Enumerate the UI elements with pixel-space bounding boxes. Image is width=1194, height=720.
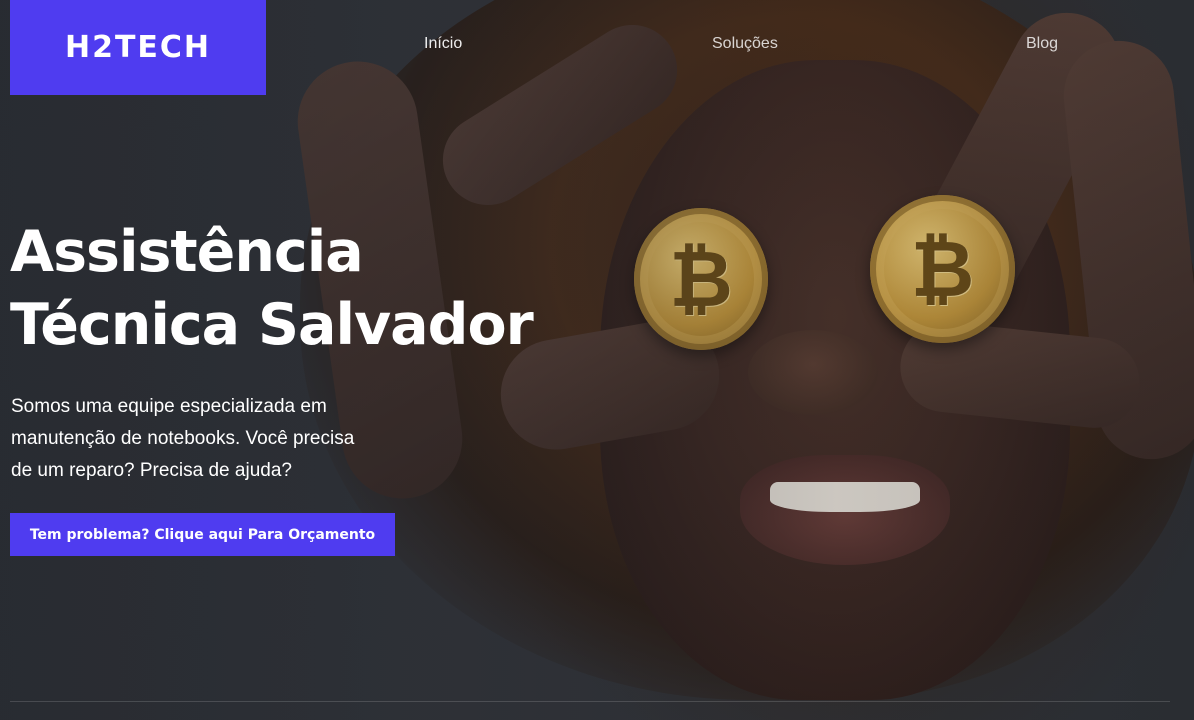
hero-section: ₿ ₿ H2TECH Início Soluções Blog Assistên… [0, 0, 1194, 720]
logo-text: H2TECH [64, 30, 212, 65]
hero-title-line2: Técnica Salvador [10, 292, 534, 358]
section-divider [10, 701, 1170, 702]
site-logo[interactable]: H2TECH [10, 0, 266, 95]
hero-title: Assistência Técnica Salvador [10, 216, 570, 362]
nav-link-solucoes[interactable]: Soluções [712, 35, 778, 53]
hero-title-line1: Assistência [10, 219, 364, 285]
nav-link-blog[interactable]: Blog [1026, 35, 1058, 53]
quote-cta-button[interactable]: Tem problema? Clique aqui Para Orçamento [10, 513, 395, 556]
hero-subtitle: Somos uma equipe especializada em manute… [11, 396, 355, 481]
nav-link-inicio[interactable]: Início [424, 35, 462, 53]
